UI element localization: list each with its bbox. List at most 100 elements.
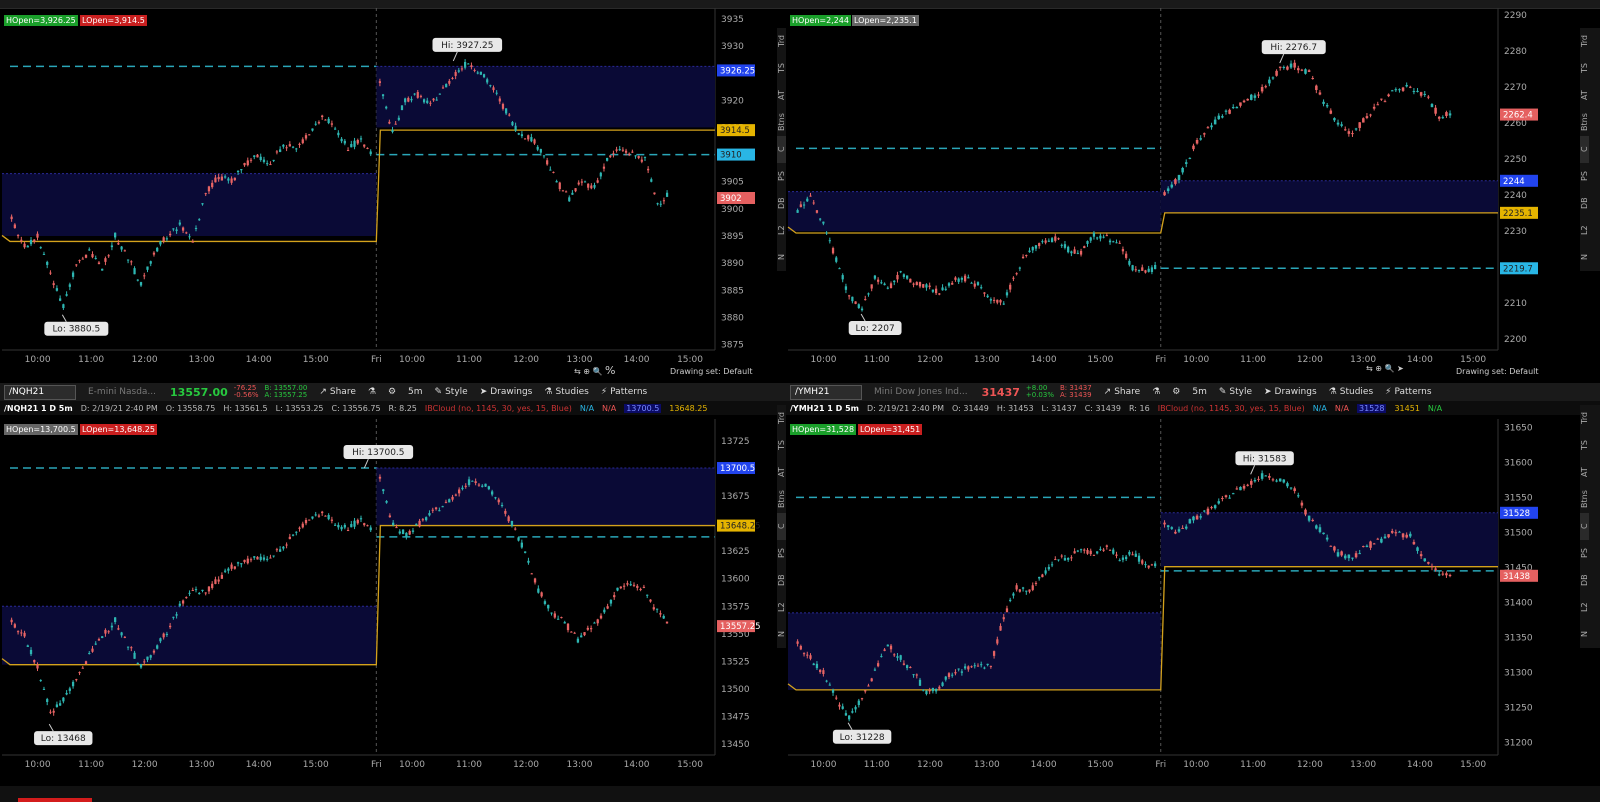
side-tab-trd[interactable]: Trd (777, 405, 786, 432)
x-tick-label: 15:00 (1460, 355, 1486, 365)
side-tab-at[interactable]: AT (777, 459, 786, 486)
side-tab-n[interactable]: N (777, 244, 786, 271)
side-tab-l2[interactable]: L2 (1580, 594, 1589, 621)
candle-body (1009, 284, 1012, 290)
side-tab-ps[interactable]: PS (777, 163, 786, 190)
candle-body (976, 282, 980, 285)
side-tab-btns[interactable]: Btns (1580, 486, 1589, 513)
side-tab-db[interactable]: DB (1580, 567, 1589, 594)
price-chart-es[interactable]: 3935393039253920391539103905390038953890… (0, 0, 797, 400)
candle-body (471, 480, 474, 482)
candle-body (272, 159, 275, 161)
side-tab-at[interactable]: AT (1580, 82, 1589, 109)
side-tab-ts[interactable]: TS (777, 55, 786, 82)
candle-body (169, 233, 172, 236)
side-tab-ps[interactable]: PS (1580, 540, 1589, 567)
side-tab-ps[interactable]: PS (1580, 163, 1589, 190)
candle-body (385, 501, 388, 503)
price-chart-rty[interactable]: 2290228022702260225022402230222022102200… (786, 0, 1600, 400)
candle-body (1067, 557, 1070, 560)
candle-body (1419, 92, 1423, 96)
side-tab-l2[interactable]: L2 (777, 217, 786, 244)
candle-body (401, 529, 405, 535)
candle-body (1315, 525, 1318, 529)
candle-body (1437, 574, 1441, 576)
candle-body (500, 505, 504, 507)
side-tab-c[interactable]: C (777, 513, 786, 540)
candle-body (448, 80, 451, 84)
side-tab-btns[interactable]: Btns (777, 109, 786, 136)
candle-body (989, 665, 992, 667)
y-tick-label: 2250 (1504, 155, 1527, 165)
candle-body (321, 511, 324, 514)
drawing-tools[interactable]: ⇆ ⊕ 🔍 % (574, 364, 615, 377)
candle-body (1166, 188, 1170, 191)
side-tab-at[interactable]: AT (1580, 459, 1589, 486)
drawing-set-label[interactable]: Drawing set: Default (1456, 367, 1539, 376)
candle-body (963, 275, 967, 282)
candle-body (84, 661, 88, 665)
candle-body (1096, 551, 1099, 554)
candle-body (1437, 116, 1441, 119)
y-tick-label: 31400 (1504, 598, 1533, 608)
bottom-strip (0, 786, 1600, 802)
side-tab-l2[interactable]: L2 (777, 594, 786, 621)
y-tick-label: 13450 (721, 740, 750, 750)
candle-body (1434, 568, 1437, 570)
side-tab-ts[interactable]: TS (1580, 432, 1589, 459)
side-tabs[interactable]: Trd TS AT Btns C PS DB L2 N (1580, 28, 1600, 271)
candle-body (662, 200, 666, 202)
ib-cloud-prev (2, 173, 377, 236)
lopen-label: LOpen=2,235.1 (852, 15, 919, 26)
candle-body (1184, 526, 1188, 529)
side-tab-db[interactable]: DB (1580, 190, 1589, 217)
chart-panel-es[interactable]: 3935393039253920391539103905390038953890… (0, 0, 797, 400)
side-tab-db[interactable]: DB (777, 190, 786, 217)
candle-body (343, 140, 346, 144)
price-chart-ym[interactable]: 3165031600315503150031450314003135031300… (786, 383, 1600, 785)
side-tab-ts[interactable]: TS (1580, 55, 1589, 82)
candle-body (576, 638, 580, 643)
candle-body (1050, 564, 1054, 566)
candle-body (1445, 112, 1448, 116)
candle-body (1199, 138, 1202, 140)
side-tab-ts[interactable]: TS (777, 432, 786, 459)
side-tabs[interactable]: Trd TS AT Btns C PS DB L2 N (1580, 405, 1600, 648)
candle-body (831, 689, 835, 693)
candle-body (394, 123, 397, 125)
candle-body (262, 159, 266, 162)
side-tab-l2[interactable]: L2 (1580, 217, 1589, 244)
chart-panel-ym[interactable]: /YMH21 Mini Dow Jones Ind... 31437 +8.00… (786, 383, 1600, 785)
side-tab-at[interactable]: AT (777, 82, 786, 109)
candle-body (583, 181, 587, 183)
candle-body (1322, 101, 1325, 104)
side-tab-ps[interactable]: PS (777, 540, 786, 567)
side-tab-btns[interactable]: Btns (777, 486, 786, 513)
side-tab-c[interactable]: C (1580, 513, 1589, 540)
candle-body (568, 197, 571, 202)
candle-body (382, 489, 385, 492)
price-chart-nq[interactable]: 1372513700136751365013625136001357513550… (0, 383, 797, 785)
candle-body (311, 128, 314, 131)
drawing-tools[interactable]: ⇆ ⊕ 🔍 ➤ (1366, 364, 1404, 373)
side-tab-n[interactable]: N (1580, 244, 1589, 271)
candle-body (1289, 487, 1293, 489)
candle-body (333, 524, 337, 526)
candle-body (1041, 241, 1044, 243)
side-tab-trd[interactable]: Trd (777, 28, 786, 55)
side-tab-btns[interactable]: Btns (1580, 109, 1589, 136)
side-tab-trd[interactable]: Trd (1580, 28, 1589, 55)
candle-body (527, 560, 530, 563)
chart-panel-nq[interactable]: /NQH21 E-mini Nasda... 13557.00 -76.25 -0… (0, 383, 797, 785)
candle-body (925, 284, 928, 288)
y-tick-label: 3920 (721, 96, 744, 106)
side-tab-c[interactable]: C (777, 136, 786, 163)
chart-panel-rty[interactable]: 2290228022702260225022402230222022102200… (786, 0, 1600, 400)
side-tab-db[interactable]: DB (777, 567, 786, 594)
drawing-set-label[interactable]: Drawing set: Default (670, 367, 753, 376)
side-tab-n[interactable]: N (777, 621, 786, 648)
candle-body (828, 240, 831, 242)
side-tab-c[interactable]: C (1580, 136, 1589, 163)
side-tab-trd[interactable]: Trd (1580, 405, 1589, 432)
side-tab-n[interactable]: N (1580, 621, 1589, 648)
